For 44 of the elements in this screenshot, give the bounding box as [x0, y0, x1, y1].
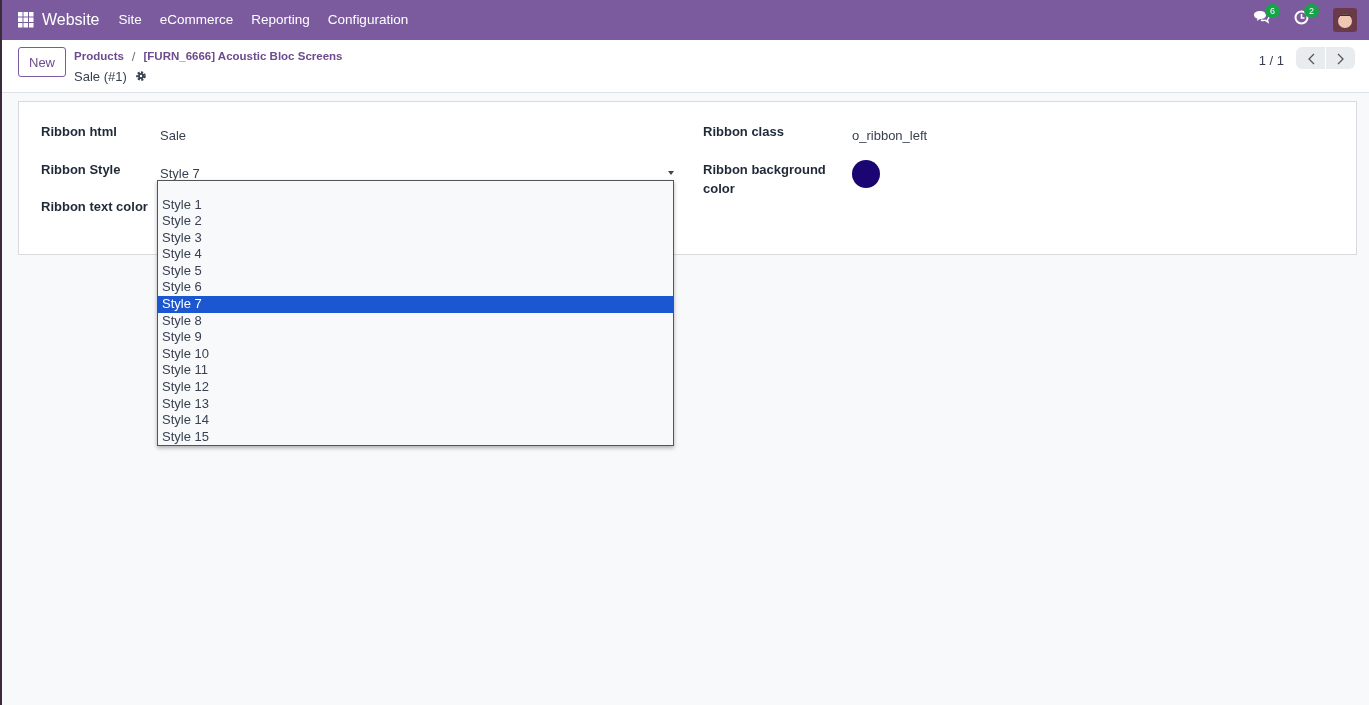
- breadcrumb-link[interactable]: Products: [74, 48, 124, 66]
- field-value: o_ribbon_left: [852, 127, 928, 145]
- settings-icon[interactable]: [134, 70, 147, 83]
- menu-item[interactable]: eCommerce: [150, 9, 243, 31]
- field-label: Ribbon background color: [703, 160, 827, 198]
- field-label: Ribbon text color: [41, 198, 149, 216]
- count-badge: 6: [1265, 4, 1280, 19]
- field-value: Sale: [160, 127, 187, 145]
- dropdown-option[interactable]: Style 4: [158, 246, 673, 263]
- pager-value: 1 / 1: [1258, 52, 1284, 70]
- dropdown-option[interactable]: Style 12: [158, 379, 673, 396]
- field-label: Ribbon Style: [41, 160, 122, 179]
- dropdown-option[interactable]: Style 2: [158, 213, 673, 230]
- dropdown-option[interactable]: Style 1: [158, 196, 673, 214]
- dropdown-option[interactable]: Style 7: [158, 296, 673, 313]
- dropdown-option[interactable]: Style 5: [158, 262, 673, 280]
- chat-icon[interactable]: [1253, 10, 1270, 25]
- caret-icon: [668, 171, 674, 176]
- dropdown-option[interactable]: Style 14: [158, 412, 673, 429]
- menu-item[interactable]: Reporting: [242, 9, 319, 31]
- dropdown-option[interactable]: Style 3: [158, 229, 673, 247]
- breadcrumb-link[interactable]: [FURN_6666] Acoustic Bloc Screens: [143, 48, 343, 66]
- field-label: Ribbon html: [41, 123, 118, 141]
- breadcrumb-separator: /: [131, 48, 136, 66]
- dropdown-option[interactable]: Style 10: [158, 345, 673, 363]
- dropdown-option[interactable]: Style 9: [158, 329, 673, 346]
- color-swatch[interactable]: [852, 159, 880, 188]
- count-badge: 2: [1304, 3, 1319, 18]
- dropdown-option[interactable]: Style 11: [158, 362, 673, 380]
- dropdown-option[interactable]: Style 6: [158, 279, 673, 297]
- avatar-icon[interactable]: [1333, 8, 1357, 32]
- record-title: Sale (#1): [74, 67, 127, 86]
- menu-item[interactable]: Site: [109, 9, 151, 31]
- field-label: Ribbon class: [703, 123, 785, 141]
- app-name[interactable]: Website: [42, 8, 100, 32]
- chevron-right-icon: [1336, 52, 1345, 65]
- clock-icon[interactable]: [1294, 9, 1309, 25]
- dropdown-option[interactable]: Style 8: [158, 312, 673, 330]
- chevron-left-icon: [1306, 52, 1315, 65]
- apps-grid-icon[interactable]: [18, 12, 34, 28]
- menu-item[interactable]: Configuration: [318, 9, 418, 31]
- new-button[interactable]: New: [18, 47, 66, 77]
- dropdown-option[interactable]: Style 15: [158, 428, 673, 446]
- dropdown-option[interactable]: Style 13: [158, 395, 673, 413]
